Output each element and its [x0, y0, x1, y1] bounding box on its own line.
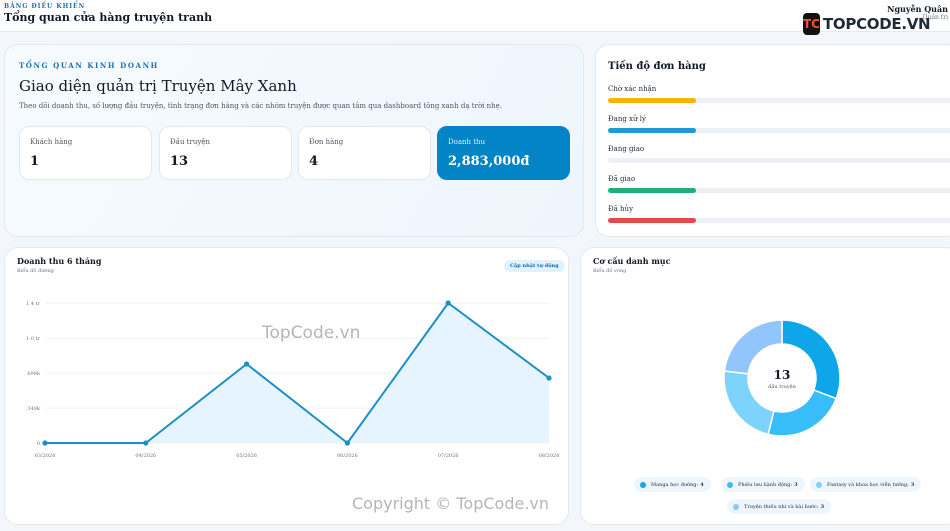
- progress-row-shipping: Đang giao: [608, 145, 950, 163]
- x-tick-label: 06/2026: [337, 453, 358, 459]
- logo-text: TOPCODE.VN: [823, 15, 931, 33]
- progress-label: Đang xử lý: [608, 115, 646, 123]
- header-eyebrow: BẢNG ĐIỀU KHIỂN: [4, 3, 86, 10]
- legend-label: Truyện thiếu nhi và hài hước:: [744, 503, 819, 510]
- progress-track: [608, 158, 950, 163]
- progress-row-cancelled: Đã hủy: [608, 205, 950, 223]
- revenue-point: [42, 440, 48, 446]
- stat-label: Đơn hàng: [309, 138, 344, 146]
- legend-value: 4: [700, 481, 704, 488]
- logo-mark-text: TC: [803, 17, 820, 31]
- logo-mark-icon: TC: [803, 13, 820, 35]
- progress-fill: [608, 98, 697, 103]
- x-tick-label: 03/2026: [35, 453, 56, 459]
- legend-value: 3: [820, 503, 825, 510]
- legend-dot: [816, 481, 822, 488]
- legend-label: Phiêu lưu hành động:: [738, 481, 793, 488]
- progress-track: [608, 218, 950, 223]
- legend-chip[interactable]: Fantasy và khoa học viễn tưởng: 3: [810, 477, 922, 492]
- donut-slice: [723, 319, 783, 375]
- progress-row-pending: Chờ xác nhận: [608, 85, 950, 103]
- progress-row-processing: Đang xử lý: [608, 115, 950, 133]
- progress-row-delivered: Đã giao: [608, 175, 950, 193]
- progress-label: Đang giao: [608, 145, 645, 153]
- business-overview-card: TỔNG QUAN KINH DOANH Giao diện quản trị …: [4, 44, 584, 237]
- legend-label: Fantasy và khoa học viễn tưởng:: [827, 481, 909, 488]
- legend-dot: [733, 503, 739, 510]
- legend-chip[interactable]: Phiêu lưu hành động: 3: [721, 477, 805, 492]
- category-chart-card: Cơ cấu danh mục Biểu đồ vòng 13 đầu truy…: [580, 247, 950, 525]
- y-tick-label: 349k: [27, 406, 41, 412]
- donut-slice: [767, 389, 838, 437]
- revenue-line-chart: 0 349k 699k 1.0 tr 1.4 tr 03/2026 04/2026 05/20…: [26, 300, 560, 459]
- donut-center-value: 13: [773, 368, 791, 382]
- revenue-point: [143, 440, 149, 446]
- legend-dot: [640, 481, 646, 488]
- legend-chip[interactable]: Manga học đường: 4: [634, 477, 711, 492]
- stat-orders[interactable]: Đơn hàng 4: [298, 126, 431, 180]
- order-progress-title: Tiến độ đơn hàng: [608, 61, 706, 72]
- order-progress-card: Tiến độ đơn hàng Chờ xác nhận Đang xử lý…: [595, 44, 950, 237]
- watermark-center: TopCode.vn: [262, 323, 361, 343]
- hero-eyebrow: TỔNG QUAN KINH DOANH: [19, 61, 159, 70]
- stat-customers[interactable]: Khách hàng 1: [19, 126, 152, 180]
- y-tick-label: 699k: [27, 371, 41, 377]
- hero-description: Theo dõi doanh thu, số lượng đầu truyện,…: [19, 102, 503, 110]
- revenue-point: [546, 375, 552, 381]
- revenue-point: [344, 440, 350, 446]
- y-tick-label: 1.4 tr: [26, 301, 41, 307]
- legend-label: Manga học đường:: [651, 481, 699, 488]
- progress-track: [608, 128, 950, 133]
- stat-value: 2,883,000đ: [448, 154, 530, 169]
- stat-revenue[interactable]: Doanh thu 2,883,000đ: [437, 126, 570, 180]
- y-tick-label: 0: [37, 441, 40, 447]
- stat-value: 13: [170, 154, 189, 169]
- legend-dot: [727, 481, 733, 488]
- progress-fill: [608, 188, 697, 193]
- revenue-chart-card: Doanh thu 6 tháng Biểu đồ đường Cập nhật…: [4, 247, 569, 525]
- progress-label: Đã hủy: [608, 205, 634, 213]
- revenue-point: [244, 361, 250, 367]
- revenue-point: [445, 300, 451, 306]
- watermark-bottom: Copyright © TopCode.vn: [352, 494, 550, 513]
- progress-fill: [608, 128, 697, 133]
- progress-track: [608, 188, 950, 193]
- x-tick-label: 05/2026: [236, 453, 257, 459]
- stat-value: 4: [309, 154, 319, 169]
- x-tick-label: 08/2026: [539, 453, 560, 459]
- stat-label: Khách hàng: [30, 138, 73, 146]
- x-tick-label: 04/2026: [135, 453, 156, 459]
- progress-track: [608, 98, 950, 103]
- legend-value: 3: [910, 481, 915, 488]
- progress-label: Chờ xác nhận: [608, 85, 657, 93]
- stat-value: 1: [30, 154, 40, 169]
- x-tick-label: 07/2026: [438, 453, 459, 459]
- topcode-logo: TC TOPCODE.VN: [803, 11, 931, 37]
- progress-fill: [608, 218, 697, 223]
- stat-label: Đầu truyện: [170, 138, 210, 146]
- legend-chip[interactable]: Truyện thiếu nhi và hài hước: 3: [727, 499, 832, 514]
- stat-titles[interactable]: Đầu truyện 13: [159, 126, 292, 180]
- hero-title: Giao diện quản trị Truyện Mây Xanh: [19, 77, 297, 95]
- page-title: Tổng quan cửa hàng truyện tranh: [4, 11, 213, 24]
- legend-value: 3: [794, 481, 798, 488]
- y-tick-label: 1.0 tr: [26, 336, 41, 342]
- stat-label: Doanh thu: [448, 138, 486, 146]
- donut-center-label: đầu truyện: [768, 384, 796, 390]
- progress-label: Đã giao: [608, 175, 636, 183]
